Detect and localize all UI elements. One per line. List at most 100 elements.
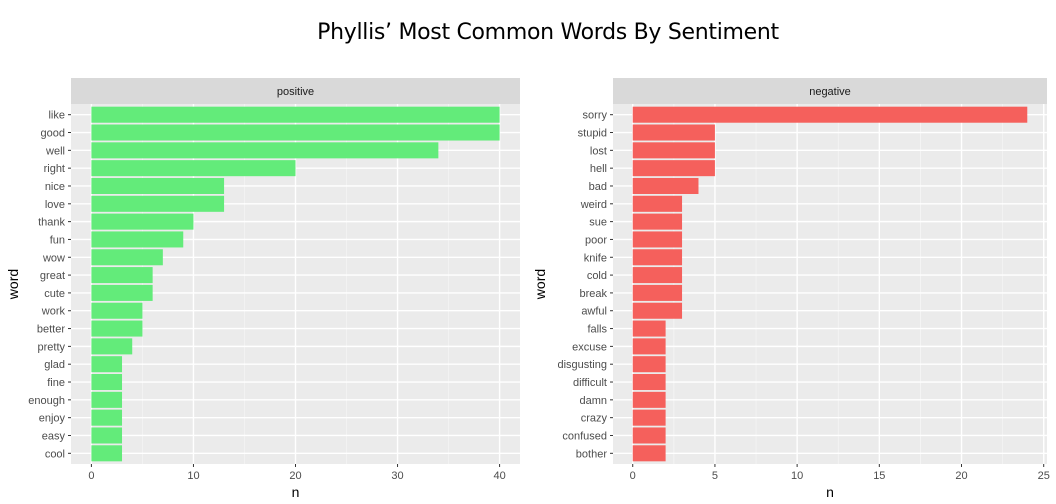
y-tick-label: work [41,306,66,318]
y-tick-label: falls [587,324,607,336]
y-tick-label: wow [42,252,65,264]
y-tick-label: love [45,199,65,211]
bar-bad [632,177,699,194]
bar-disgusting [632,356,666,373]
bar-glad [91,356,123,373]
y-tick-label: sorry [583,110,608,122]
y-tick-label: poor [585,234,607,246]
bar-hell [632,160,715,177]
y-tick-label: fine [47,377,65,389]
y-tick-label: break [579,288,607,300]
bar-break [632,284,683,301]
bar-well [91,142,439,159]
x-tick-label: 10 [187,470,199,482]
bar-difficult [632,374,666,391]
x-tick-label: 20 [289,470,301,482]
bar-crazy [632,409,666,426]
y-tick-label: bother [576,448,608,460]
facet-strip-label: positive [277,86,314,98]
y-tick-label: knife [584,252,607,264]
bar-good [91,124,500,141]
y-tick-label: weird [580,199,607,211]
bar-cute [91,284,153,301]
x-tick-label: 20 [955,470,967,482]
bar-love [91,195,225,212]
bar-great [91,267,153,284]
y-tick-label: stupid [578,128,607,140]
y-tick-label: like [48,110,65,122]
x-axis-title: n [292,484,300,500]
bar-bother [632,445,666,462]
bar-weird [632,195,683,212]
bar-right [91,160,296,177]
bar-poor [632,231,683,248]
y-tick-label: thank [38,217,65,229]
faceted-bar-chart: positive like good well right nice love thank fu… [5,78,1050,500]
bar-lost [632,142,715,159]
bar-work [91,302,143,319]
y-tick-label: cool [45,448,65,460]
x-tick-label: 25 [1038,470,1050,482]
y-tick-label: better [37,324,65,336]
bar-fun [91,231,184,248]
y-tick-label: glad [44,359,65,371]
y-tick-label: fun [50,234,65,246]
y-tick-label: confused [562,430,607,442]
bar-nice [91,177,225,194]
x-tick-label: 15 [873,470,885,482]
bar-easy [91,427,123,444]
bar-stupid [632,124,715,141]
y-tick-label: right [44,163,65,175]
y-tick-label: awful [581,306,607,318]
y-tick-label: lost [590,145,607,157]
bar-enjoy [91,409,123,426]
bar-better [91,320,143,337]
x-tick-label: 0 [88,470,94,482]
bar-like [91,106,500,123]
y-tick-label: good [41,128,65,140]
x-tick-label: 10 [791,470,803,482]
x-tick-label: 30 [391,470,403,482]
y-tick-label: well [45,145,65,157]
bar-cool [91,445,123,462]
y-tick-label: damn [579,395,607,407]
y-tick-label: pretty [37,341,65,353]
y-tick-label: cold [587,270,607,282]
x-tick-label: 0 [630,470,636,482]
y-axis-title: word [532,269,548,300]
x-tick-label: 40 [493,470,505,482]
facet-strip-label: negative [809,86,851,98]
y-tick-label: hell [590,163,607,175]
y-tick-label: nice [45,181,65,193]
x-tick-label: 5 [712,470,718,482]
y-tick-label: disgusting [557,359,607,371]
bar-thank [91,213,194,230]
y-axis-title: word [5,269,21,300]
bar-fine [91,374,123,391]
bar-sorry [632,106,1028,123]
x-axis-title: n [826,484,834,500]
bar-excuse [632,338,666,355]
y-tick-label: crazy [581,413,608,425]
bar-sue [632,213,683,230]
y-tick-label: easy [42,430,66,442]
bar-knife [632,249,683,266]
bar-enough [91,391,123,408]
bar-cold [632,267,683,284]
bar-confused [632,427,666,444]
y-tick-label: excuse [572,341,607,353]
y-tick-label: difficult [573,377,607,389]
bar-pretty [91,338,133,355]
bar-awful [632,302,683,319]
y-tick-label: bad [589,181,607,193]
panel-positive: positive like good well right nice love thank fu… [5,78,520,500]
y-tick-label: enough [28,395,65,407]
y-tick-label: great [40,270,65,282]
bar-falls [632,320,666,337]
bar-damn [632,391,666,408]
bar-wow [91,249,163,266]
y-tick-label: enjoy [39,413,66,425]
y-tick-label: sue [589,217,607,229]
y-tick-label: cute [44,288,65,300]
panel-negative: negative sorry stupid lost hell bad weird sue po… [532,78,1050,500]
